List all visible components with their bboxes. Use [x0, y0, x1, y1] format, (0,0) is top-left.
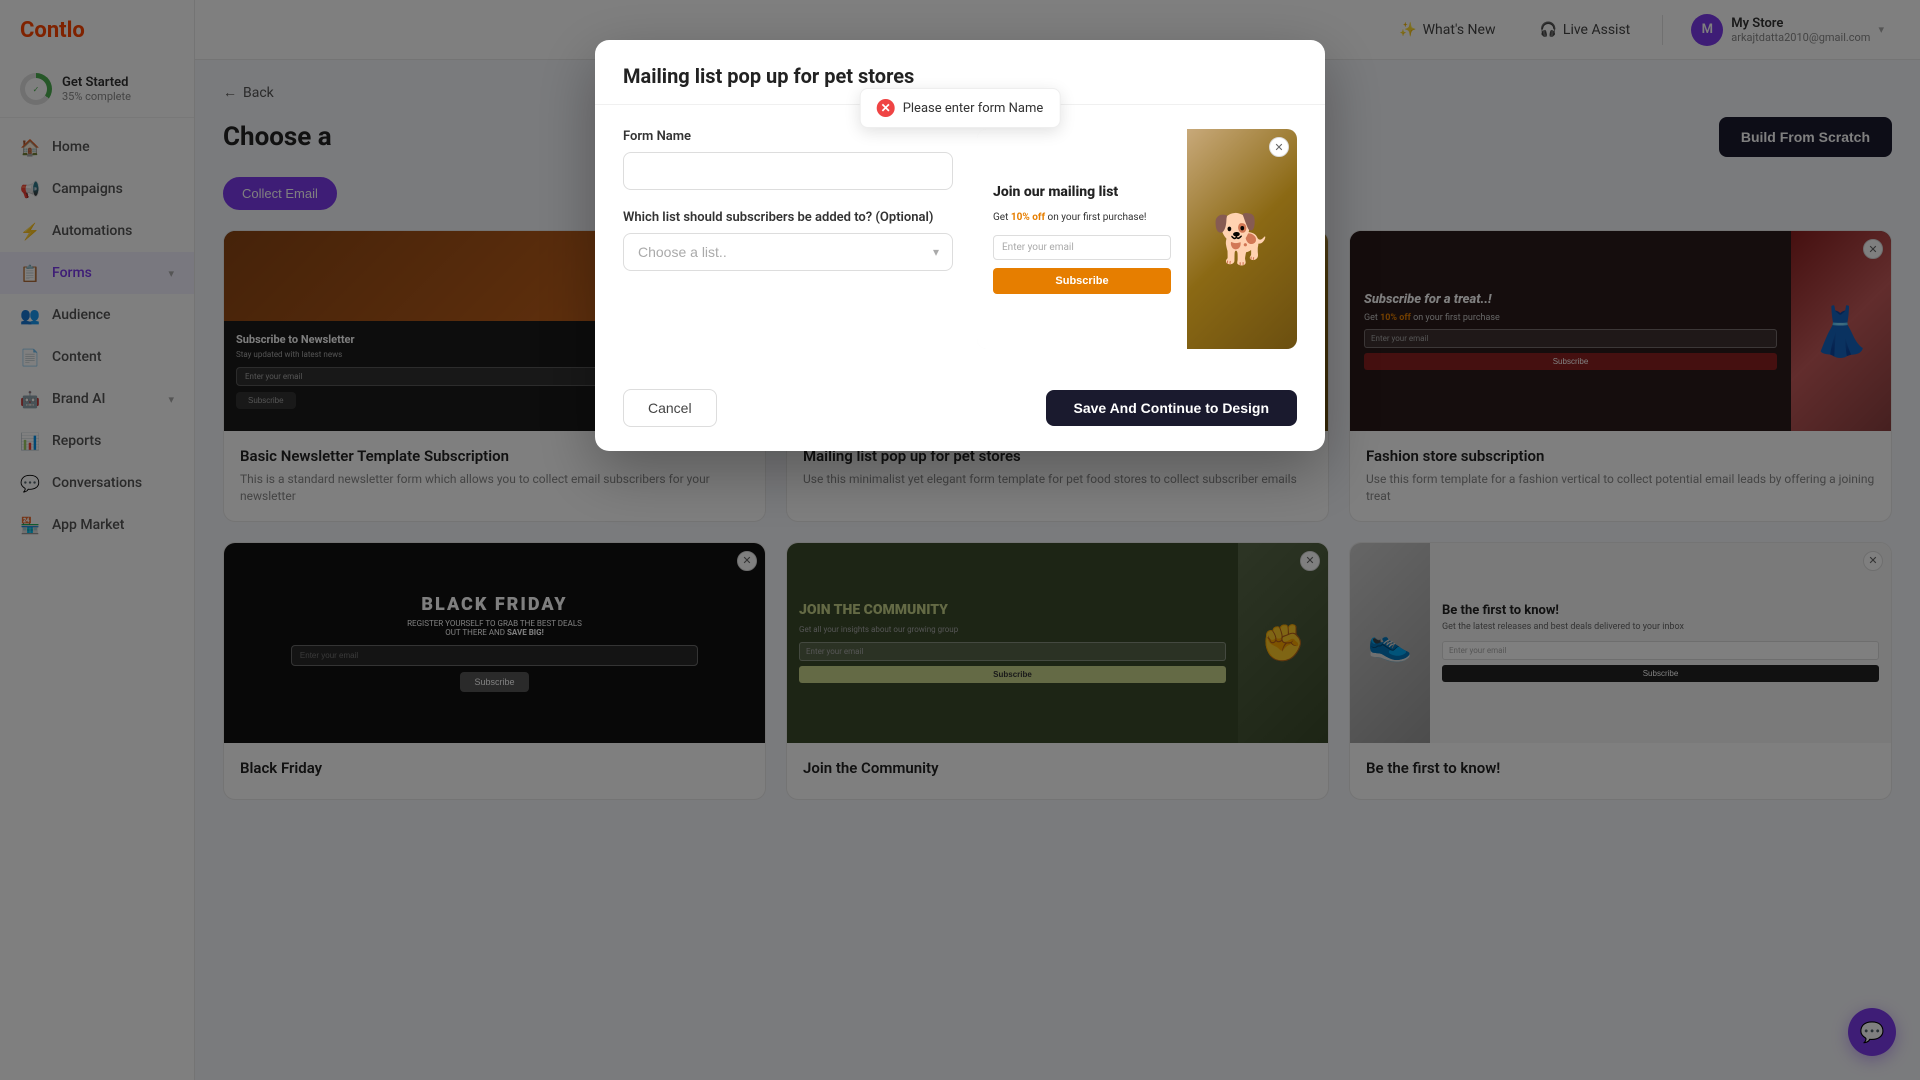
cancel-button[interactable]: Cancel	[623, 389, 717, 427]
form-list-group: Which list should subscribers be added t…	[623, 210, 953, 271]
form-name-group: Form Name	[623, 129, 953, 190]
preview-discount: Get 10% off on your first purchase!	[993, 211, 1171, 225]
preview-title: Join our mailing list	[993, 184, 1171, 201]
form-name-input[interactable]	[623, 152, 953, 190]
modal-title: Mailing list pop up for pet stores	[623, 64, 1297, 88]
save-button[interactable]: Save And Continue to Design	[1046, 390, 1298, 426]
form-name-label: Form Name	[623, 129, 953, 144]
modal-body: Form Name Which list should subscribers …	[595, 105, 1325, 373]
error-message: Please enter form Name	[903, 101, 1044, 116]
modal-footer: Cancel Save And Continue to Design	[595, 373, 1325, 451]
modal-overlay: ✕ Please enter form Name Mailing list po…	[0, 0, 1920, 1080]
error-tooltip: ✕ Please enter form Name	[860, 88, 1061, 128]
preview-email-placeholder: Enter your email	[993, 235, 1171, 260]
modal-preview-panel: ✕ Join our mailing list Get 10% off on y…	[977, 129, 1297, 349]
form-list-label: Which list should subscribers be added t…	[623, 210, 953, 225]
error-icon: ✕	[877, 99, 895, 117]
modal-form: Form Name Which list should subscribers …	[623, 129, 953, 349]
modal-preview-image: ✕ Join our mailing list Get 10% off on y…	[977, 129, 1297, 349]
list-select[interactable]: Choose a list..	[623, 233, 953, 271]
preview-subscribe-button: Subscribe	[993, 268, 1171, 294]
dog-image	[1187, 129, 1297, 349]
close-icon[interactable]: ✕	[1269, 137, 1289, 157]
